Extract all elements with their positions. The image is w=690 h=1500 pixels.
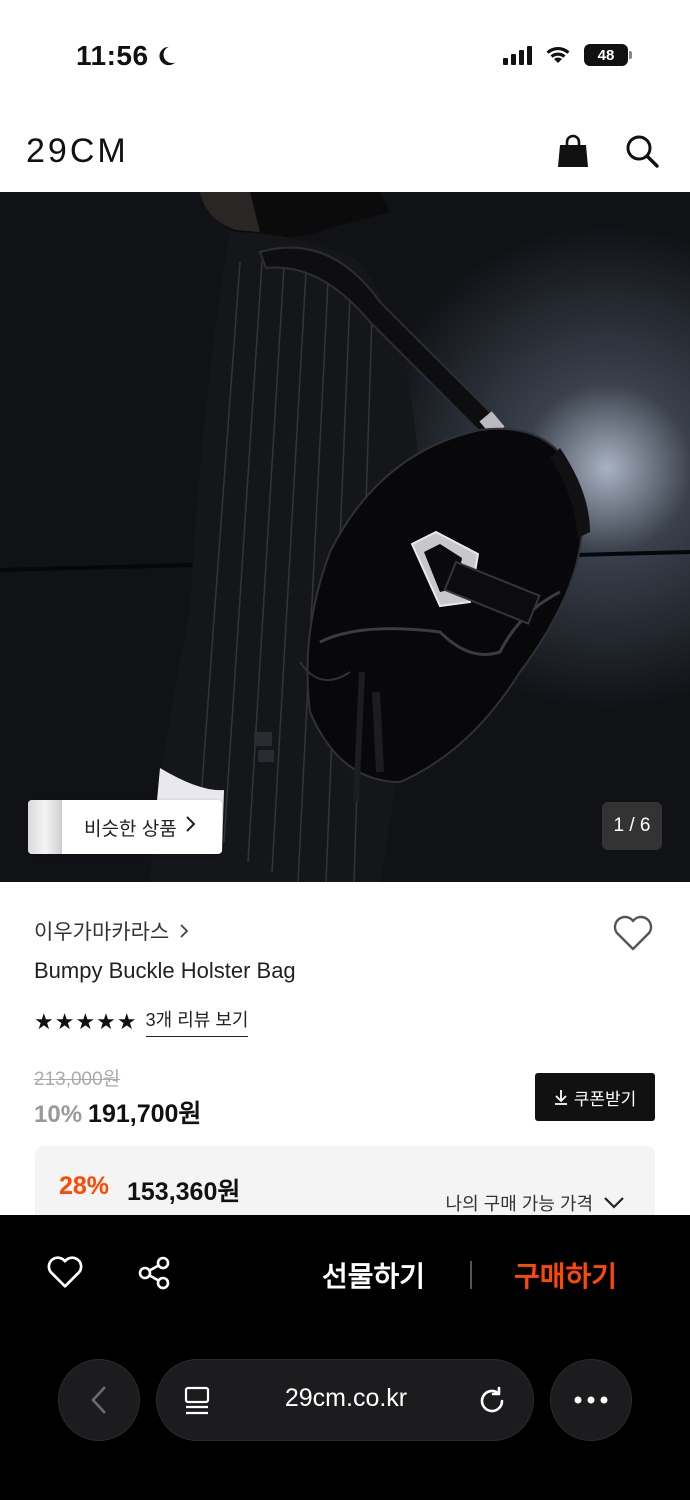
original-price: 213,000원 [34, 1069, 121, 1090]
bottom-wishlist-button[interactable] [46, 1255, 84, 1294]
product-image-carousel[interactable]: 비슷한 상품 1 / 6 [0, 192, 690, 882]
star-rating: ★★★★★ [34, 1008, 138, 1034]
product-name: Bumpy Buckle Holster Bag [34, 958, 296, 983]
sale-price-row: 10% 191,700원 [34, 1094, 201, 1130]
status-bar: 11:56 48 [0, 0, 690, 110]
gift-button[interactable]: 선물하기 [322, 1255, 425, 1295]
shopping-bag-icon[interactable] [556, 133, 590, 169]
image-counter: 1 / 6 [602, 802, 662, 850]
chevron-down-icon [604, 1197, 624, 1209]
coupon-label: 쿠폰받기 [573, 1089, 637, 1109]
my-price-toggle[interactable]: 나의 구매 가능 가격 [446, 1190, 625, 1216]
browser-more-button[interactable] [550, 1359, 632, 1441]
reload-icon[interactable] [477, 1386, 507, 1416]
brand-name: 이우가마카라스 [34, 921, 170, 944]
my-price-label: 나의 구매 가능 가격 [445, 1194, 593, 1214]
button-divider [470, 1261, 472, 1289]
chevron-right-icon [180, 924, 189, 938]
bottom-bar: 선물하기 구매하기 29cm.co.kr [0, 1215, 690, 1500]
buy-button[interactable]: 구매하기 [514, 1255, 617, 1295]
share-button[interactable] [136, 1255, 172, 1296]
browser-back-button[interactable] [58, 1359, 140, 1441]
app-header: 29CM [0, 110, 690, 192]
header-actions [556, 133, 660, 169]
status-indicators: 48 [503, 44, 632, 66]
coupon-button[interactable]: 쿠폰받기 [535, 1073, 655, 1121]
battery-icon: 48 [584, 44, 632, 66]
chevron-left-icon [91, 1386, 106, 1414]
review-link[interactable]: 3개 리뷰 보기 [145, 1006, 249, 1037]
clock-text: 11:56 [76, 40, 149, 71]
discount-rate: 10% [34, 1101, 83, 1128]
product-photo [0, 192, 690, 882]
wishlist-button[interactable] [612, 914, 654, 957]
search-icon[interactable] [624, 133, 660, 169]
similar-products-thumbnail [28, 800, 62, 854]
more-dots-icon [574, 1396, 608, 1404]
battery-level: 48 [597, 46, 615, 64]
signal-icon [503, 45, 532, 65]
chevron-right-icon [185, 815, 197, 839]
wifi-icon [546, 47, 570, 63]
moon-icon [159, 46, 175, 66]
rating-row: ★★★★★ 3개 리뷰 보기 [34, 1006, 249, 1037]
brand-link[interactable]: 이우가마카라스 [34, 916, 189, 946]
download-icon [554, 1090, 567, 1105]
share-icon [138, 1256, 170, 1290]
sale-price: 191,700원 [88, 1100, 202, 1128]
my-discount-rate: 28% [59, 1172, 110, 1200]
status-time: 11:56 [76, 40, 177, 72]
similar-products-button[interactable]: 비슷한 상품 [28, 800, 222, 854]
similar-products-label: 비슷한 상품 [84, 818, 177, 840]
brand-logo[interactable]: 29CM [26, 132, 129, 171]
heart-icon [613, 915, 653, 951]
heart-icon [47, 1256, 83, 1288]
address-bar[interactable]: 29cm.co.kr [156, 1359, 534, 1441]
my-price: 153,360원 [127, 1178, 241, 1206]
